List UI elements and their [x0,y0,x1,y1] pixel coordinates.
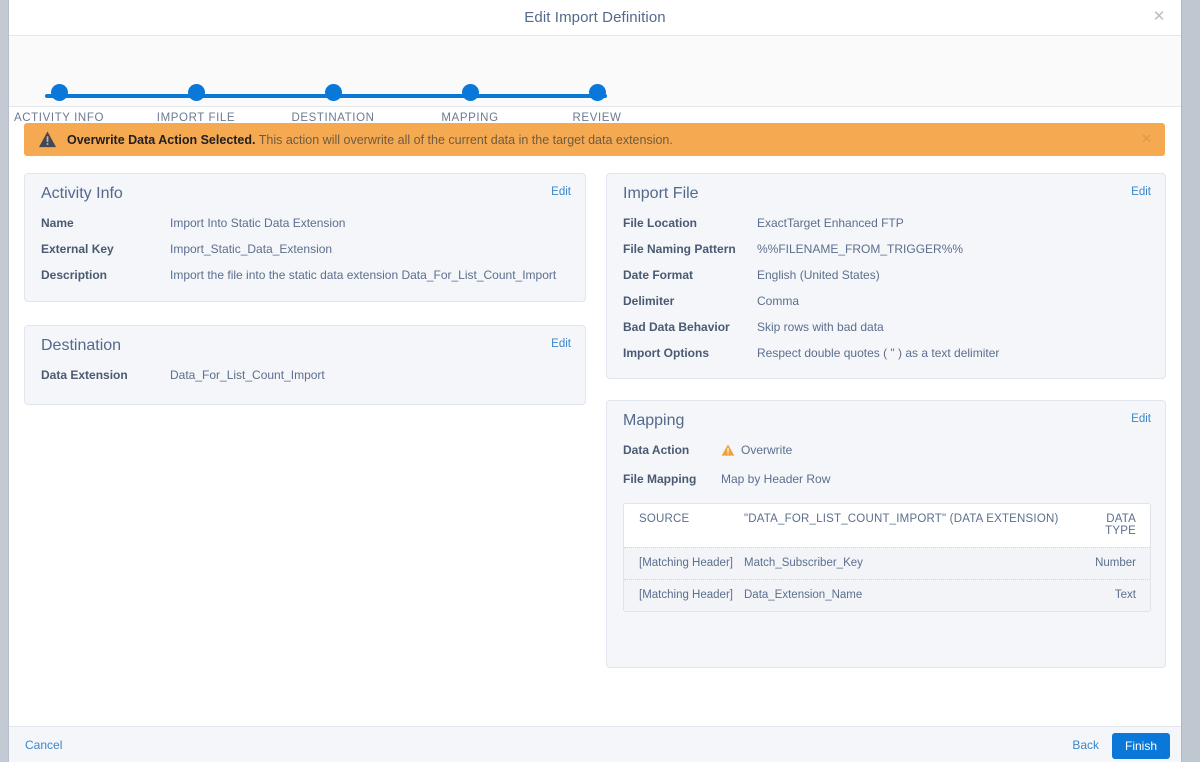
cell-source: [Matching Header] [639,589,733,601]
finish-button[interactable]: Finish [1111,733,1170,759]
edit-destination-link[interactable]: Edit [551,338,571,350]
detail-label: Description [41,268,108,282]
back-button[interactable]: Back [1072,738,1099,752]
wizard-step-import-file[interactable]: IMPORT FILE [146,84,246,124]
detail-label: File Naming Pattern [623,242,736,256]
cell-target: Match_Subscriber_Key [744,557,863,569]
overwrite-warning-banner: Overwrite Data Action Selected. This act… [24,123,1165,156]
mapping-card: Mapping Edit Data Action Overwrite File … [606,400,1166,668]
edit-mapping-link[interactable]: Edit [1131,413,1151,425]
detail-value: Data_For_List_Count_Import [170,368,325,382]
detail-row: Bad Data Behavior Skip rows with bad dat… [623,320,1151,334]
page-title: Edit Import Definition [524,9,666,26]
detail-label: Import Options [623,346,709,360]
detail-row: Name Import Into Static Data Extension [41,216,571,230]
dialog-frame: Edit Import Definition ✕ ACTIVITY INFO I… [9,0,1181,762]
destination-rows: Data Extension Data_For_List_Count_Impor… [41,368,571,394]
detail-value: Overwrite [721,443,1151,460]
detail-label: File Mapping [623,472,697,486]
import-file-rows: File Location ExactTarget Enhanced FTP F… [623,216,1151,372]
banner-strong-text: Overwrite Data Action Selected. [67,132,256,147]
import-definition-dialog: Edit Import Definition ✕ ACTIVITY INFO I… [0,0,1200,762]
banner-close-icon[interactable]: ✕ [1141,131,1152,147]
step-dot-icon[interactable] [187,84,205,101]
detail-row: File Location ExactTarget Enhanced FTP [623,216,1151,230]
edit-import-file-link[interactable]: Edit [1131,186,1151,198]
activity-info-card: Activity Info Edit Name Import Into Stat… [24,173,586,302]
detail-label: Delimiter [623,294,675,308]
step-dot-icon[interactable] [588,84,606,101]
cell-data-type: Number [1095,557,1136,569]
detail-row: Import Options Respect double quotes ( "… [623,346,1151,360]
detail-label: Name [41,216,74,230]
detail-value: Respect double quotes ( " ) as a text de… [757,346,1000,360]
detail-label: External Key [41,242,114,256]
table-row: [Matching Header] Match_Subscriber_Key N… [624,547,1150,579]
mapping-rows: Data Action Overwrite File Mapping Map b… [623,443,1151,498]
card-title: Activity Info [41,185,123,202]
column-header-target: "DATA_FOR_LIST_COUNT_IMPORT" (DATA EXTEN… [744,513,1059,525]
table-row: [Matching Header] Data_Extension_Name Te… [624,579,1150,611]
edit-activity-info-link[interactable]: Edit [551,186,571,198]
detail-value: Comma [757,294,800,308]
wizard-step-activity-info[interactable]: ACTIVITY INFO [9,84,109,124]
page-scrollbar-right[interactable] [1181,0,1200,762]
detail-value: %%FILENAME_FROM_TRIGGER%% [757,242,964,256]
detail-row: Data Extension Data_For_List_Count_Impor… [41,368,571,382]
detail-row: File Mapping Map by Header Row [623,472,1151,486]
step-dot-icon[interactable] [324,84,342,101]
cell-data-type: Text [1114,589,1136,601]
detail-value: Map by Header Row [721,472,831,486]
activity-info-rows: Name Import Into Static Data Extension E… [41,216,571,294]
detail-label: Bad Data Behavior [623,320,730,334]
cell-source: [Matching Header] [639,557,733,569]
detail-value: Import_Static_Data_Extension [170,242,333,256]
detail-row: Description Import the file into the sta… [41,268,571,282]
warning-triangle-icon [721,444,735,456]
step-dot-icon[interactable] [50,84,68,101]
detail-value: English (United States) [757,268,880,282]
data-action-text: Overwrite [741,443,793,457]
detail-row: Date Format English (United States) [623,268,1151,282]
wizard-step-destination[interactable]: DESTINATION [283,84,383,124]
detail-value: ExactTarget Enhanced FTP [757,216,904,230]
detail-value: Import the file into the static data ext… [170,268,557,282]
destination-card: Destination Edit Data Extension Data_For… [24,325,586,405]
table-header-row: SOURCE "DATA_FOR_LIST_COUNT_IMPORT" (DAT… [624,504,1150,547]
wizard-step-mapping[interactable]: MAPPING [420,84,520,124]
page-scrollbar-left[interactable] [0,0,9,762]
warning-triangle-icon [38,131,57,148]
detail-row: External Key Import_Static_Data_Extensio… [41,242,571,256]
close-icon[interactable]: ✕ [1151,9,1167,25]
detail-value: Import Into Static Data Extension [170,216,346,230]
column-header-data-type: DATA TYPE [1105,513,1136,537]
cell-target: Data_Extension_Name [744,589,863,601]
mapping-table: SOURCE "DATA_FOR_LIST_COUNT_IMPORT" (DAT… [623,503,1151,612]
detail-value: Skip rows with bad data [757,320,884,334]
cancel-button[interactable]: Cancel [25,738,62,752]
card-title: Destination [41,337,122,354]
dialog-footer: Cancel Back Finish [9,726,1181,762]
import-file-card: Import File Edit File Location ExactTarg… [606,173,1166,379]
banner-text: Overwrite Data Action Selected. This act… [67,133,673,147]
detail-label: File Location [623,216,698,230]
detail-row: Data Action Overwrite [623,443,1151,460]
detail-label: Date Format [623,268,694,282]
wizard-step-review[interactable]: REVIEW [547,84,647,124]
dialog-titlebar: Edit Import Definition ✕ [9,0,1181,36]
data-action-value: Overwrite [721,443,792,457]
detail-label: Data Action [623,443,690,457]
detail-row: File Naming Pattern %%FILENAME_FROM_TRIG… [623,242,1151,256]
detail-label: Data Extension [41,368,128,382]
column-header-source: SOURCE [639,513,690,525]
card-title: Mapping [623,412,685,429]
card-title: Import File [623,185,699,202]
banner-message-text: This action will overwrite all of the cu… [258,132,673,147]
wizard-progress: ACTIVITY INFO IMPORT FILE DESTINATION MA… [9,36,1181,124]
detail-row: Delimiter Comma [623,294,1151,308]
step-dot-icon[interactable] [461,84,479,101]
